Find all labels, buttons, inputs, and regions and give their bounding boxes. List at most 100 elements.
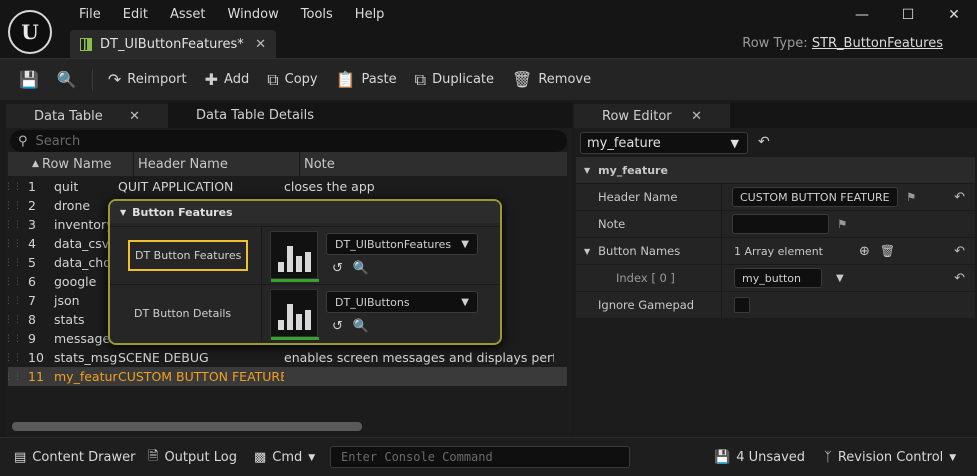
content-drawer-button[interactable]: ▤ Content Drawer (6, 438, 143, 476)
copy-label: Copy (284, 72, 318, 87)
search-input[interactable]: ⚲ Search (10, 130, 567, 152)
asset-type-bar (271, 279, 319, 282)
prop-header-name: Header Name CUSTOM BUTTON FEATURE ⚑ ↶ (576, 183, 975, 211)
column-row-name[interactable]: Row Name (38, 152, 134, 176)
close-tab-icon[interactable]: ✕ (255, 37, 266, 52)
cmd-dropdown[interactable]: ▩ Cmd ▼ (246, 438, 323, 476)
reset-icon[interactable]: ↶ (954, 271, 965, 286)
paste-button[interactable]: 📋 Paste (327, 65, 406, 95)
row-select-combo[interactable]: my_feature ▼ (580, 132, 748, 154)
row-number: 8 (28, 312, 36, 327)
close-window-icon[interactable]: ✕ (931, 0, 977, 30)
row-name-cell: data_csv (54, 236, 110, 251)
paste-icon: 📋 (335, 70, 356, 89)
minimize-icon[interactable]: — (839, 0, 885, 30)
browse-asset-icon[interactable]: 🔍 (353, 319, 369, 334)
prop-label-row[interactable]: ▼ Button Names (576, 237, 722, 265)
unreal-logo-icon[interactable]: U (8, 10, 52, 54)
tab-row-editor[interactable]: Row Editor ✕ (574, 102, 730, 128)
document-tab[interactable]: DT_UIButtonFeatures* ✕ (70, 30, 276, 58)
ignore-gamepad-checkbox[interactable] (734, 297, 750, 313)
section-header[interactable]: ▼ my_feature (576, 156, 975, 183)
column-header-name[interactable]: Header Name (134, 152, 300, 176)
asset-actions: ↺ 🔍 (332, 261, 369, 276)
menu-tools[interactable]: Tools (290, 6, 344, 24)
remove-button[interactable]: 🗑 Remove (503, 65, 600, 95)
unsaved-button[interactable]: 💾 4 Unsaved (706, 438, 813, 476)
asset-thumbnail[interactable] (270, 289, 319, 340)
asset-picker-details[interactable]: DT_UIButtons ▼ (326, 291, 478, 313)
drag-handle-icon[interactable]: ⋮⋮ (4, 215, 22, 234)
table-row[interactable]: ⋮⋮ 1 quit QUIT APPLICATION closes the app (4, 177, 567, 196)
asset-thumbnail[interactable] (270, 231, 319, 282)
save-button[interactable]: 💾 (10, 65, 48, 95)
drag-handle-icon[interactable]: ⋮⋮ (4, 234, 22, 253)
sort-icon[interactable]: ▲ (8, 152, 39, 176)
menu-file[interactable]: File (68, 6, 112, 24)
output-log-button[interactable]: 🗎 Output Log (140, 438, 245, 476)
row-number: 4 (28, 236, 36, 251)
asset-picker-features[interactable]: DT_UIButtonFeatures ▼ (326, 233, 478, 255)
drag-handle-icon[interactable]: ⋮⋮ (4, 310, 22, 329)
table-row[interactable]: ⋮⋮ 10 stats_msg SCENE DEBUG enables screen m… (4, 348, 567, 367)
menu-asset[interactable]: Asset (159, 6, 217, 24)
drag-handle-icon[interactable]: ⋮⋮ (4, 367, 22, 386)
cmd-label: Cmd (272, 450, 303, 465)
revision-control-button[interactable]: ᛉ Revision Control ▼ (816, 438, 964, 476)
reset-icon[interactable]: ↶ (954, 190, 965, 205)
tab-data-table[interactable]: Data Table ✕ (6, 102, 168, 128)
reimport-button[interactable]: ↷ Reimport (99, 65, 196, 95)
prop-label: Index [ 0 ] (576, 264, 722, 292)
reset-icon[interactable]: ↶ (954, 244, 965, 259)
branch-icon: ᛉ (824, 450, 832, 465)
drag-handle-icon[interactable]: ⋮⋮ (4, 253, 22, 272)
close-tab-icon[interactable]: ✕ (691, 109, 702, 124)
index-0-field[interactable]: my_button (734, 268, 822, 288)
row-number: 5 (28, 255, 36, 270)
undo-icon[interactable]: ↶ (758, 134, 770, 150)
asset-picker-value: DT_UIButtonFeatures (335, 237, 452, 251)
browse-asset-icon[interactable]: 🔍 (353, 261, 369, 276)
drag-handle-icon[interactable]: ⋮⋮ (4, 329, 22, 348)
drag-handle-icon[interactable]: ⋮⋮ (4, 177, 22, 196)
drag-handle-icon[interactable]: ⋮⋮ (4, 196, 22, 215)
menu-window[interactable]: Window (217, 6, 290, 24)
window-controls: — ☐ ✕ (839, 0, 977, 30)
trash-icon[interactable]: 🗑 (880, 244, 895, 258)
drag-handle-icon[interactable]: ⋮⋮ (4, 272, 22, 291)
duplicate-button[interactable]: ⧉ Duplicate (406, 65, 503, 95)
browse-button[interactable]: 🔍 (48, 65, 86, 95)
drag-handle-icon[interactable]: ⋮⋮ (4, 348, 22, 367)
row-name-cell: json (54, 293, 80, 308)
chevron-down-icon: ▼ (461, 296, 469, 308)
tab-data-table-details[interactable]: Data Table Details (168, 102, 342, 128)
use-selected-icon[interactable]: ↺ (332, 319, 343, 334)
console-input[interactable]: Enter Console Command (330, 446, 630, 468)
prop-label: Button Names (598, 244, 681, 258)
add-element-icon[interactable]: ⊕ (859, 244, 870, 259)
row-number: 11 (28, 369, 44, 384)
horizontal-scrollbar[interactable] (12, 422, 362, 431)
chevron-down-icon[interactable]: ▼ (836, 273, 844, 284)
output-log-label: Output Log (164, 450, 237, 465)
header-name-field[interactable]: CUSTOM BUTTON FEATURE (732, 187, 898, 207)
popup-header[interactable]: ▼ Button Features (110, 201, 500, 223)
menu-help[interactable]: Help (344, 6, 396, 24)
note-cell: enables screen messages and displays per… (284, 350, 554, 365)
header-name-cell: SCENE DEBUG (118, 350, 209, 365)
table-row[interactable]: ⋮⋮ 11 my_feature CUSTOM BUTTON FEATURE (4, 367, 567, 386)
flag-icon[interactable]: ⚑ (837, 217, 847, 231)
menu-edit[interactable]: Edit (112, 6, 159, 24)
unsaved-icon: 💾 (714, 450, 731, 465)
use-selected-icon[interactable]: ↺ (332, 261, 343, 276)
copy-button[interactable]: ⧉ Copy (258, 65, 326, 95)
add-button[interactable]: ✚ Add (196, 65, 259, 95)
note-field[interactable] (732, 214, 829, 234)
array-count: 1 Array element (734, 244, 823, 258)
flag-icon[interactable]: ⚑ (906, 190, 916, 204)
maximize-icon[interactable]: ☐ (885, 0, 931, 30)
drag-handle-icon[interactable]: ⋮⋮ (4, 291, 22, 310)
column-note[interactable]: Note (300, 152, 567, 176)
row-type-link[interactable]: STR_ButtonFeatures (812, 36, 943, 51)
close-tab-icon[interactable]: ✕ (129, 109, 140, 124)
